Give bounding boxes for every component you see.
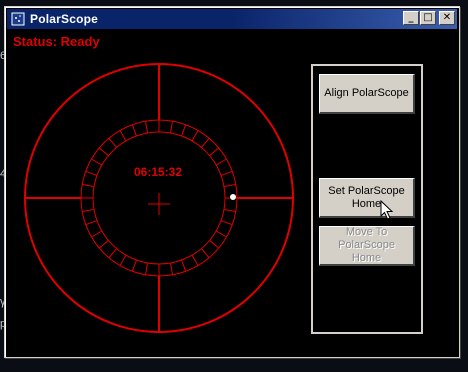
clock-tick: [98, 147, 109, 156]
center-cross: [148, 193, 170, 215]
clock-tick: [215, 158, 227, 166]
clock-tick: [85, 220, 98, 226]
clock-tick: [91, 230, 103, 238]
polarscope-reticle: 06:15:32: [24, 63, 294, 333]
close-icon: ✕: [442, 12, 452, 23]
maximize-button[interactable]: □: [420, 11, 436, 25]
clock-tick: [181, 124, 187, 137]
maximize-icon: □: [423, 12, 433, 23]
window-title: PolarScope: [30, 12, 99, 26]
clock-tick: [201, 248, 210, 259]
control-panel: Align PolarScope Set PolarScope Home Mov…: [311, 64, 423, 334]
clock-tick: [220, 220, 233, 226]
clock-tick: [119, 130, 127, 142]
clock-tick: [108, 248, 117, 259]
clock-tick: [191, 254, 199, 266]
clock-tick: [131, 259, 137, 272]
clock-readout: 06:15:32: [134, 165, 182, 179]
status-label: Status: Ready: [13, 34, 100, 49]
clock-tick: [181, 259, 187, 272]
clock-tick: [108, 137, 117, 148]
clock-tick: [82, 208, 95, 213]
clock-tick: [223, 208, 236, 213]
title-bar[interactable]: PolarScope _ □ ✕: [7, 9, 457, 29]
minimize-icon: _: [408, 12, 414, 23]
align-polarscope-button[interactable]: Align PolarScope: [319, 74, 415, 114]
clock-tick: [169, 121, 174, 134]
clock-tick: [209, 147, 220, 156]
clock-tick: [215, 230, 227, 238]
mouse-pointer-icon: [380, 200, 394, 220]
clock-tick: [91, 158, 103, 166]
clock-tick: [223, 183, 236, 188]
clock-tick: [220, 170, 233, 176]
clock-tick: [144, 121, 149, 134]
minimize-button[interactable]: _: [403, 11, 419, 25]
clock-tick: [144, 262, 149, 275]
clock-tick: [201, 137, 210, 148]
move-to-polarscope-home-button: Move To PolarScope Home: [319, 226, 415, 266]
clock-tick: [209, 240, 220, 249]
telescope-icon: [10, 11, 26, 27]
polaris-marker: [230, 194, 236, 200]
clock-tick: [191, 130, 199, 142]
polarscope-window: PolarScope _ □ ✕ Status: Ready 06:15:32 …: [4, 6, 460, 358]
clock-tick: [85, 170, 98, 176]
clock-tick: [119, 254, 127, 266]
clock-tick: [82, 183, 95, 188]
set-polarscope-home-button[interactable]: Set PolarScope Home: [319, 178, 415, 218]
clock-tick: [131, 124, 137, 137]
clock-tick: [98, 240, 109, 249]
clock-tick: [169, 262, 174, 275]
close-button[interactable]: ✕: [439, 11, 455, 25]
